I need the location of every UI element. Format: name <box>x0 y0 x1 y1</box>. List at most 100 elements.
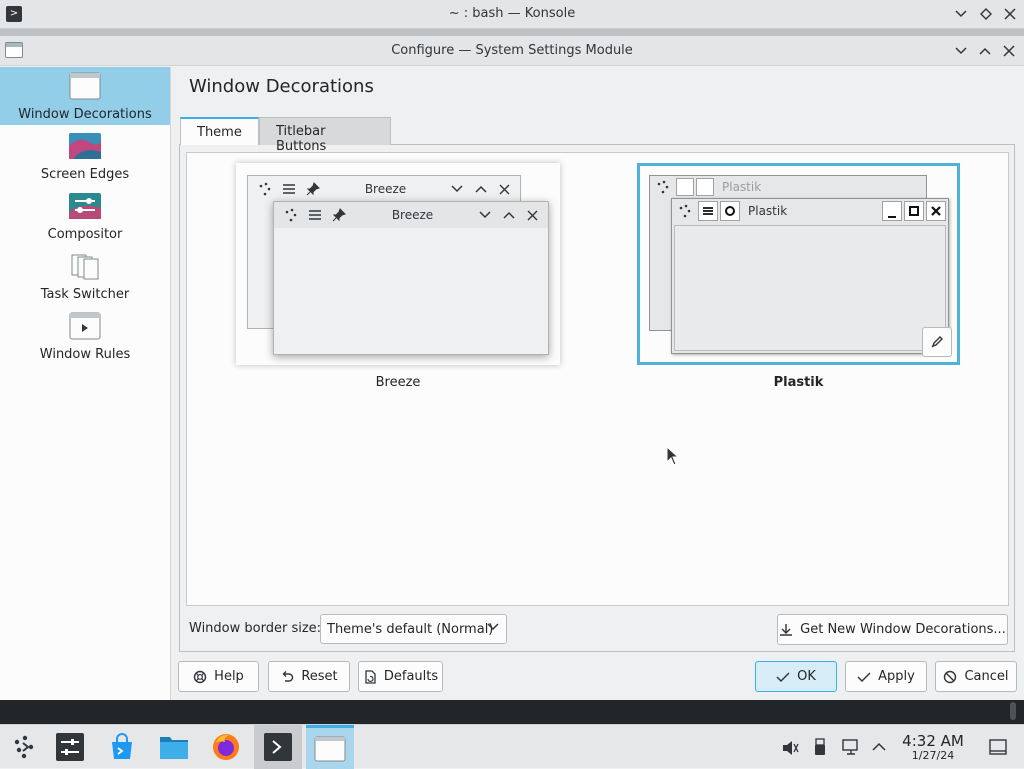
page-title: Window Decorations <box>189 76 374 97</box>
apply-button[interactable]: Apply <box>845 661 927 692</box>
help-button[interactable]: Help <box>178 661 259 692</box>
volume-muted-icon[interactable] <box>781 739 799 757</box>
konsole-keep-above-button[interactable] <box>977 5 995 23</box>
preview-title: Breeze <box>391 208 434 222</box>
taskbar-discover[interactable] <box>98 725 146 769</box>
show-desktop-icon[interactable] <box>989 739 1007 755</box>
window-decorations-icon <box>69 72 101 100</box>
app-menu-dots-icon <box>285 208 297 222</box>
help-label: Help <box>214 669 244 684</box>
breeze-back-titlebar: Breeze <box>248 176 520 202</box>
sidebar-item-label: Window Decorations <box>18 107 152 122</box>
sidebar-item-label: Task Switcher <box>40 287 130 302</box>
close-icon <box>1003 45 1015 57</box>
theme-name-plastik: Plastik <box>773 375 824 390</box>
sidebar-item-label: Screen Edges <box>40 167 130 182</box>
taskbar-firefox[interactable] <box>202 725 250 769</box>
reset-button[interactable]: Reset <box>268 661 350 692</box>
sidebar-item-label: Compositor <box>47 227 123 242</box>
maximize-icon <box>904 201 924 221</box>
konsole-icon <box>264 733 292 761</box>
chevron-down-icon <box>955 47 967 55</box>
dialog-titlebar[interactable]: Configure — System Settings Module <box>0 36 1024 66</box>
chevron-down-icon <box>487 623 499 631</box>
application-launcher-icon <box>14 735 34 759</box>
sidebar-item-screen-edges[interactable]: Screen Edges <box>0 127 170 185</box>
sidebar-item-window-rules[interactable]: Window Rules <box>0 307 170 365</box>
preview-title: Plastik <box>748 204 788 218</box>
system-settings-icon <box>56 733 84 761</box>
download-icon <box>780 623 793 636</box>
usb-device-icon[interactable] <box>814 738 826 756</box>
border-size-dropdown[interactable]: Theme's default (Normal) <box>320 614 507 644</box>
get-new-decorations-button[interactable]: Get New Window Decorations... <box>777 614 1008 645</box>
application-launcher-button[interactable] <box>0 725 48 769</box>
sticky-icon <box>720 201 740 221</box>
theme-name-breeze: Breeze <box>375 375 421 390</box>
konsole-titlebar[interactable]: > ~ : bash — Konsole <box>0 0 1024 29</box>
clock-date[interactable]: 1/27/24 <box>893 749 973 762</box>
konsole-close-button[interactable] <box>1001 5 1019 23</box>
sidebar: Window Decorations Screen Edges Composit… <box>0 67 171 700</box>
diamond-icon <box>980 8 992 20</box>
sidebar-item-task-switcher[interactable]: Task Switcher <box>0 247 170 305</box>
ok-label: OK <box>797 669 816 684</box>
cancel-button[interactable]: Cancel <box>935 661 1017 692</box>
close-icon <box>1004 8 1016 20</box>
pencil-icon <box>931 336 943 348</box>
compositor-icon <box>69 193 101 219</box>
undo-icon <box>282 670 294 682</box>
taskbar-konsole[interactable] <box>254 725 302 769</box>
konsole-minimize-button[interactable] <box>952 5 970 23</box>
chevron-up-icon <box>475 185 487 193</box>
menu-icon <box>698 201 718 221</box>
tray-expand-icon[interactable] <box>872 742 886 752</box>
tab-titlebar-buttons[interactable]: Titlebar Buttons <box>259 117 391 154</box>
close-icon <box>926 201 946 221</box>
close-icon <box>499 184 510 194</box>
close-icon <box>527 210 538 220</box>
border-size-label: Window border size: <box>189 621 322 636</box>
konsole-window-title: ~ : bash — Konsole <box>448 6 576 21</box>
firefox-icon <box>213 734 239 760</box>
taskbar-system-settings[interactable] <box>46 725 94 769</box>
ok-button[interactable]: OK <box>755 661 837 692</box>
sidebar-item-compositor[interactable]: Compositor <box>0 187 170 245</box>
breeze-front-window-preview: Breeze <box>273 201 549 355</box>
task-switcher-icon <box>71 254 99 280</box>
window-rules-icon <box>69 312 101 340</box>
konsole-content-strip <box>0 29 1024 36</box>
taskbar-window-decorations[interactable] <box>306 725 354 769</box>
plastik-back-titlebar: Plastik <box>650 176 926 198</box>
check-icon <box>857 671 871 682</box>
edit-theme-button[interactable] <box>922 327 952 357</box>
dialog-close-button[interactable] <box>1000 42 1018 60</box>
dialog-minimize-button[interactable] <box>952 42 970 60</box>
dialog-window-title: Configure — System Settings Module <box>391 43 633 58</box>
theme-card-breeze[interactable]: Breeze Breeze <box>236 163 560 365</box>
chevron-down-icon <box>451 185 463 193</box>
preview-title: Breeze <box>364 182 407 196</box>
help-icon <box>193 670 207 683</box>
app-menu-dots-icon <box>679 204 691 218</box>
sidebar-item-window-decorations[interactable]: Window Decorations <box>0 67 170 125</box>
app-menu-dots-icon <box>259 182 271 196</box>
defaults-button[interactable]: Defaults <box>358 661 443 692</box>
pin-icon <box>306 182 320 196</box>
sidebar-item-label: Window Rules <box>39 347 131 362</box>
theme-card-plastik[interactable]: Plastik Plastik <box>637 163 960 365</box>
chevron-down-icon <box>955 10 967 18</box>
border-size-value: Theme's default (Normal) <box>327 622 494 637</box>
taskbar-dolphin[interactable] <box>150 725 198 769</box>
tab-theme[interactable]: Theme <box>180 117 259 145</box>
plastik-front-titlebar: Plastik <box>672 199 948 223</box>
terminal-scrollbar[interactable] <box>1010 702 1016 720</box>
reset-label: Reset <box>301 669 338 684</box>
plastik-front-window-preview: Plastik <box>671 198 949 354</box>
konsole-terminal-area <box>0 700 1024 724</box>
network-wired-icon[interactable] <box>842 738 860 756</box>
dialog-maximize-button[interactable] <box>976 42 994 60</box>
minimize-icon <box>882 201 902 221</box>
get-new-decorations-label: Get New Window Decorations... <box>800 622 1006 637</box>
clock-time[interactable]: 4:32 AM <box>893 732 973 750</box>
